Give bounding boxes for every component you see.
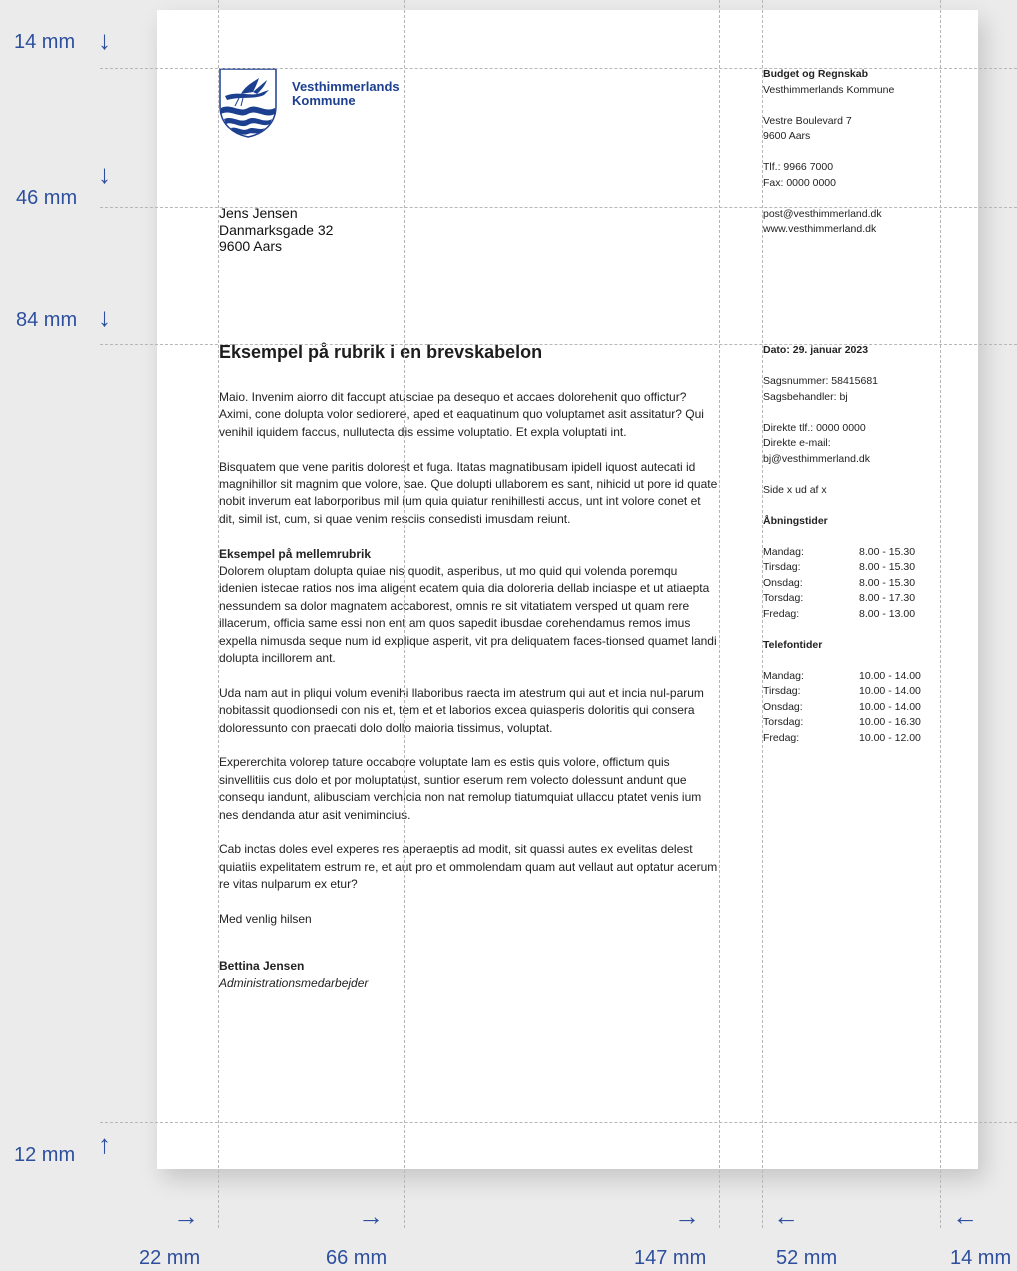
sender-street: Vestre Boulevard 7 xyxy=(763,114,852,127)
measure-content-top: 84 mm xyxy=(16,309,78,331)
day-cell: Onsdag: xyxy=(763,576,803,589)
time-cell: 10.00 - 14.00 xyxy=(859,685,921,697)
letter-body: Maio. Invenim aiorro dit faccupt atuscia… xyxy=(219,389,719,992)
sender-phone: Tlf.: 9966 7000 xyxy=(763,161,834,173)
time-cell: 10.00 - 14.00 xyxy=(859,700,921,713)
arrow-down-icon: ↓ xyxy=(98,25,111,55)
case-handler: Sagsbehandler: bj xyxy=(763,390,848,403)
day-cell: Fredag: xyxy=(763,731,800,744)
sender-web: www.vesthimmerland.dk xyxy=(763,223,877,235)
body-paragraph: Maio. Invenim aiorro dit faccupt atuscia… xyxy=(219,390,704,439)
time-cell: 8.00 - 17.30 xyxy=(859,592,916,604)
body-paragraph: Bisquatem que vene paritis dolorest et f… xyxy=(219,459,718,526)
guide-line-sidebar xyxy=(762,0,763,1228)
measure-sidebar-width: 52 mm xyxy=(776,1247,838,1269)
sender-department: Budget og Regnskab xyxy=(763,68,869,80)
day-cell: Tirsdag: xyxy=(763,685,801,697)
case-number: Sagsnummer: 58415681 xyxy=(763,375,878,387)
recipient-street: Danmarksgade 32 xyxy=(219,221,334,238)
phone-hours-table: Mandag: 10.00 - 14.00 Tirsdag: 10.00 - 14.… xyxy=(763,669,921,747)
opening-hours-heading: Åbningstider xyxy=(763,514,828,527)
case-details: Dato: 29. januar 2023 Sagsnummer: 584156… xyxy=(763,343,963,746)
day-cell: Torsdag: xyxy=(763,716,804,728)
time-cell: 10.00 - 14.00 xyxy=(859,669,921,682)
recipient-address: Jens Jensen Danmarksgade 32 9600 Aars xyxy=(219,205,333,255)
body-paragraph: Cab inctas doles evel experes res aperae… xyxy=(219,842,718,892)
closing: Med venlig hilsen xyxy=(219,912,312,927)
direct-phone: Direkte tlf.: 0000 0000 xyxy=(763,421,866,434)
body-paragraph: Dolorem oluptam dolupta quiae nis quodit… xyxy=(219,564,717,666)
guide-line-top xyxy=(100,68,1017,69)
day-cell: Onsdag: xyxy=(763,700,803,713)
phone-hours-heading: Telefontider xyxy=(763,638,823,651)
table-row: Onsdag: 10.00 - 14.00 xyxy=(763,700,921,716)
day-cell: Fredag: xyxy=(763,607,800,620)
time-cell: 8.00 - 15.30 xyxy=(859,545,916,558)
table-row: Fredag: 8.00 - 13.00 xyxy=(763,607,915,623)
guide-line-logo-bottom xyxy=(100,207,1017,208)
direct-email: bj@vesthimmerland.dk xyxy=(763,452,870,465)
day-cell: Torsdag: xyxy=(763,592,804,604)
time-cell: 8.00 - 15.30 xyxy=(859,561,916,573)
guide-line-left-margin xyxy=(218,0,219,1228)
measure-logo-bottom: 46 mm xyxy=(16,187,78,209)
time-cell: 8.00 - 15.30 xyxy=(859,576,916,589)
body-paragraph: Expererchita volorep tature occabore vol… xyxy=(219,755,702,822)
signer-name: Bettina Jensen xyxy=(219,958,305,973)
letter-title: Eksempel på rubrik i en brevskabelon xyxy=(219,342,543,362)
page-number: Side x ud af x xyxy=(763,483,827,496)
arrow-down-icon: ↓ xyxy=(98,302,111,332)
body-paragraph: Uda nam aut in pliqui volum evenihi llab… xyxy=(219,685,704,735)
table-row: Fredag: 10.00 - 12.00 xyxy=(763,731,921,747)
guide-line-right-margin xyxy=(940,0,941,1228)
direct-email-label: Direkte e-mail: xyxy=(763,437,831,449)
letter-date: Dato: 29. januar 2023 xyxy=(763,344,869,356)
arrow-left-icon: ← xyxy=(952,1201,978,1231)
arrow-right-icon: → xyxy=(358,1201,384,1231)
arrow-right-icon: → xyxy=(674,1201,700,1231)
opening-hours-table: Mandag: 8.00 - 15.30 Tirsdag: 8.00 - 15.30… xyxy=(763,545,915,623)
day-cell: Tirsdag: xyxy=(763,561,801,573)
signer-title: Administrationsmedarbejder xyxy=(219,975,369,990)
letter-subheading: Eksempel på mellemrubrik xyxy=(219,546,372,561)
sender-city: 9600 Aars xyxy=(763,130,811,142)
sender-org: Vesthimmerlands Kommune xyxy=(763,83,895,96)
measure-top: 14 mm xyxy=(14,31,76,53)
guide-line-bottom xyxy=(100,1122,1017,1123)
table-row: Torsdag: 8.00 - 17.30 xyxy=(763,591,915,607)
arrow-down-icon: ↓ xyxy=(98,159,111,189)
sender-email: post@vesthimmerland.dk xyxy=(763,207,882,220)
time-cell: 8.00 - 13.00 xyxy=(859,607,916,620)
day-cell: Mandag: xyxy=(763,545,804,558)
logo-line-1: Vesthimmerlands xyxy=(292,79,400,94)
sender-info: Budget og Regnskab Vesthimmerlands Kommu… xyxy=(763,67,963,238)
guide-line-content-top xyxy=(100,344,1017,345)
measure-left: 22 mm xyxy=(139,1247,201,1269)
measure-bottom: 12 mm xyxy=(14,1144,76,1166)
table-row: Torsdag: 10.00 - 16.30 xyxy=(763,715,921,731)
sender-fax: Fax: 0000 0000 xyxy=(763,176,836,189)
measure-right: 14 mm xyxy=(950,1247,1012,1269)
arrow-right-icon: → xyxy=(173,1201,199,1231)
table-row: Tirsdag: 8.00 - 15.30 xyxy=(763,560,915,576)
table-row: Onsdag: 8.00 - 15.30 xyxy=(763,576,915,592)
recipient-city: 9600 Aars xyxy=(219,238,283,254)
logo-line-2: Kommune xyxy=(292,93,356,108)
arrow-left-icon: ← xyxy=(773,1201,799,1231)
measure-column-3: 147 mm xyxy=(634,1247,707,1269)
arrow-up-icon: ↑ xyxy=(98,1129,111,1159)
time-cell: 10.00 - 12.00 xyxy=(859,731,921,744)
coat-of-arms-logo xyxy=(219,68,277,138)
day-cell: Mandag: xyxy=(763,669,804,682)
table-row: Mandag: 8.00 - 15.30 xyxy=(763,545,915,561)
logo-wordmark: Vesthimmerlands Kommune xyxy=(292,80,400,108)
guide-line-column-3 xyxy=(719,0,720,1228)
measure-column-2: 66 mm xyxy=(326,1247,388,1269)
table-row: Tirsdag: 10.00 - 14.00 xyxy=(763,684,921,700)
table-row: Mandag: 10.00 - 14.00 xyxy=(763,669,921,685)
time-cell: 10.00 - 16.30 xyxy=(859,716,921,728)
guide-line-column-2 xyxy=(404,0,405,1228)
